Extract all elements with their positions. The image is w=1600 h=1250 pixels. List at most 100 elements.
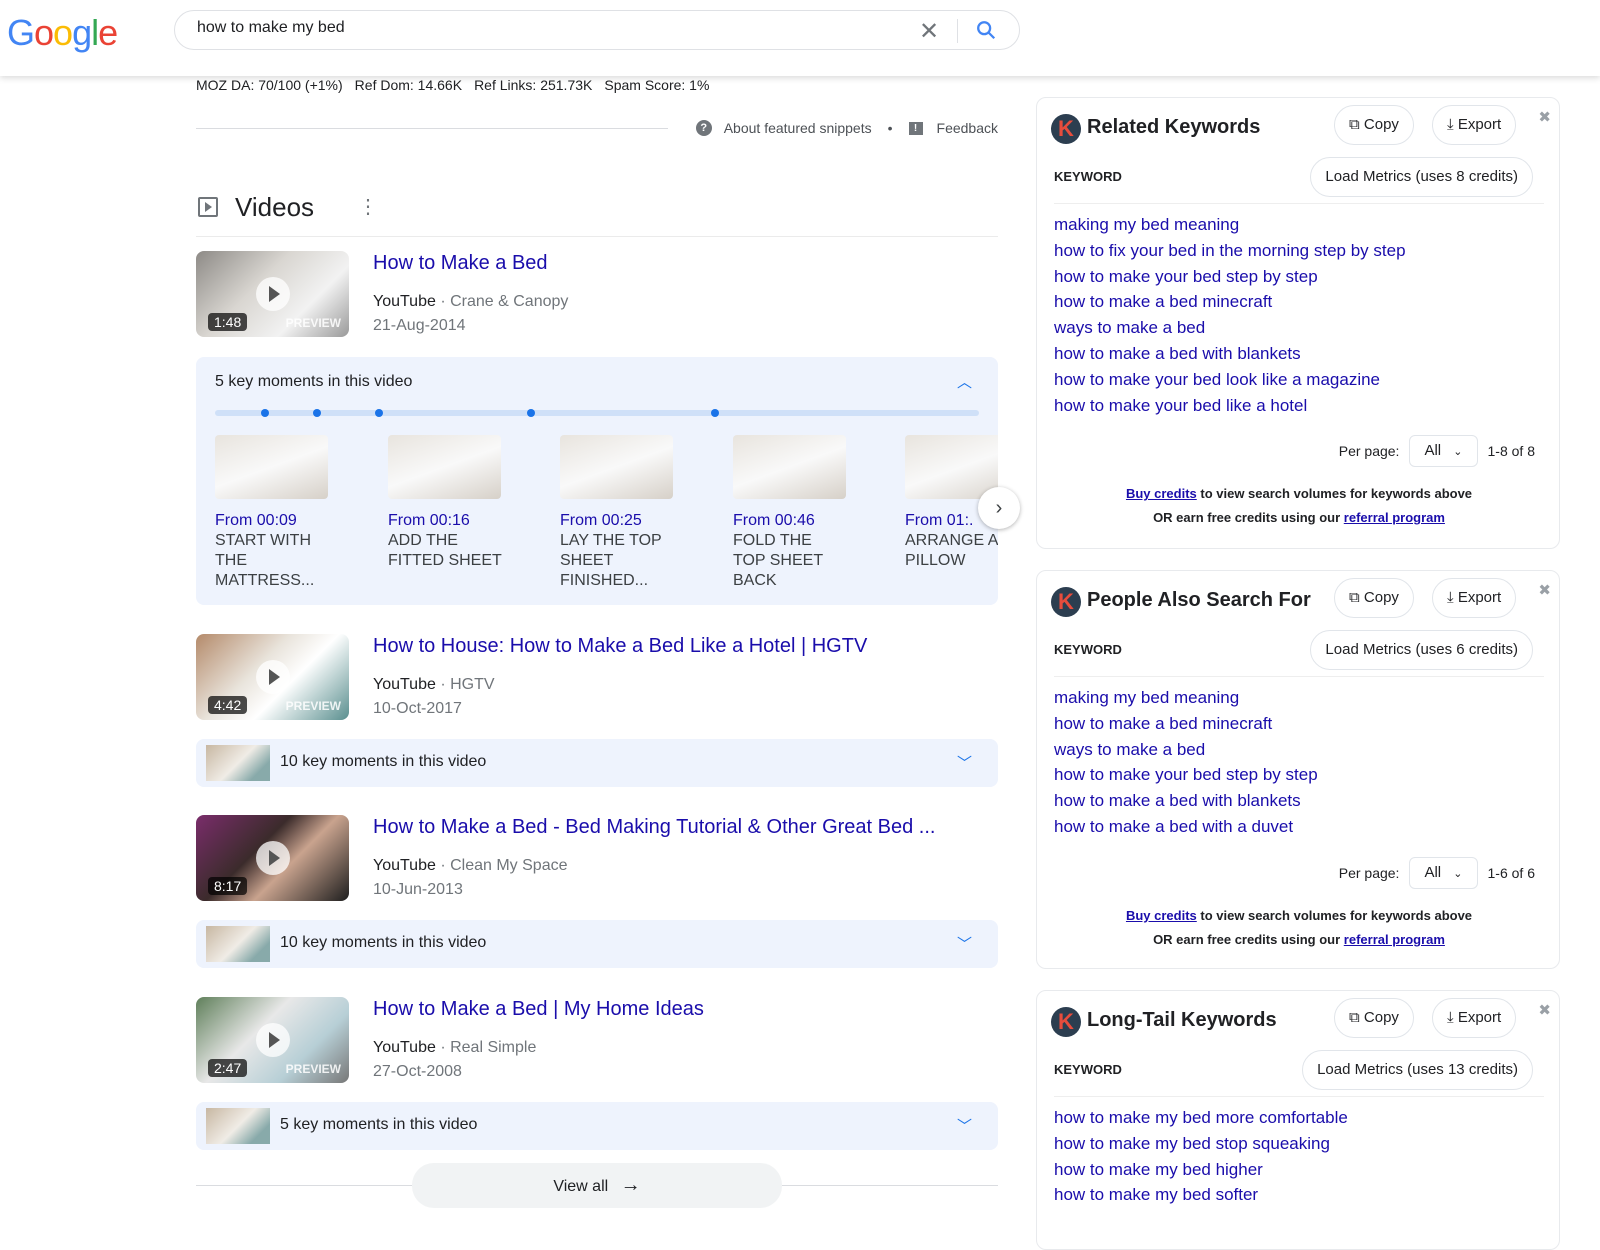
moment-time[interactable]: From 00:09 xyxy=(215,512,330,530)
video-duration: 1:48 xyxy=(208,313,248,331)
per-page-select[interactable]: All ⌄ xyxy=(1409,435,1478,468)
keyword-link[interactable]: how to make your bed look like a magazin… xyxy=(1054,367,1406,393)
keyword-link[interactable]: how to make a bed with blankets xyxy=(1054,341,1406,367)
keyword-link[interactable]: how to make my bed more comfortable xyxy=(1054,1105,1348,1131)
timeline-dot[interactable] xyxy=(527,409,535,417)
keyword-link[interactable]: how to make a bed minecraft xyxy=(1054,289,1406,315)
key-moment[interactable]: From 00:25 LAY THE TOP SHEET FINISHED... xyxy=(560,435,675,591)
close-icon[interactable]: ✕ xyxy=(919,17,939,46)
keyword-list: making my bed meaning how to make a bed m… xyxy=(1054,685,1318,840)
view-all-button[interactable]: View all → xyxy=(412,1163,782,1208)
buy-credits-link[interactable]: Buy credits xyxy=(1126,486,1197,501)
moment-thumbnail[interactable] xyxy=(215,435,328,499)
per-page-select[interactable]: All ⌄ xyxy=(1409,856,1478,889)
google-logo[interactable]: Google xyxy=(7,12,118,54)
moment-time[interactable]: From 00:25 xyxy=(560,512,675,530)
video-title-link[interactable]: How to House: How to Make a Bed Like a H… xyxy=(373,635,867,658)
moment-time[interactable]: From 00:46 xyxy=(733,512,848,530)
key-moment[interactable]: From 00:16 ADD THE FITTED SHEET xyxy=(388,435,503,571)
timeline-dot[interactable] xyxy=(375,409,383,417)
keyword-link[interactable]: how to fix your bed in the morning step … xyxy=(1054,238,1406,264)
keyword-link[interactable]: making my bed meaning xyxy=(1054,685,1318,711)
keyword-link[interactable]: ways to make a bed xyxy=(1054,737,1318,763)
timeline-track[interactable] xyxy=(215,409,979,417)
earn-text: OR earn free credits using our xyxy=(1153,510,1344,526)
moment-thumbnail[interactable] xyxy=(388,435,501,499)
about-snippets-link[interactable]: About featured snippets xyxy=(724,120,872,136)
close-icon[interactable]: ✖ xyxy=(1538,108,1551,126)
key-moments-panel[interactable]: 10 key moments in this video ﹀ xyxy=(196,920,998,968)
keyword-link[interactable]: how to make my bed higher xyxy=(1054,1157,1348,1183)
download-icon: ⤓ xyxy=(1447,589,1454,606)
keyword-link[interactable]: how to make a bed minecraft xyxy=(1054,711,1318,737)
chevron-down-icon: ⌄ xyxy=(1453,867,1463,880)
chevron-right-icon[interactable]: › xyxy=(978,487,1020,529)
referral-link[interactable]: referral program xyxy=(1344,510,1445,525)
feedback-link[interactable]: Feedback xyxy=(937,120,998,136)
timeline-dot[interactable] xyxy=(711,409,719,417)
key-moment[interactable]: From 00:09 START WITH THE MATTRESS... xyxy=(215,435,330,591)
buy-credits-link[interactable]: Buy credits xyxy=(1126,908,1197,923)
key-moments-panel[interactable]: 10 key moments in this video ﹀ xyxy=(196,739,998,787)
close-icon[interactable]: ✖ xyxy=(1538,581,1551,599)
chevron-down-icon[interactable]: ﹀ xyxy=(957,1115,972,1136)
keyword-link[interactable]: how to make my bed softer xyxy=(1054,1182,1348,1208)
keyword-list: making my bed meaning how to fix your bed… xyxy=(1054,212,1406,418)
play-icon xyxy=(256,841,290,875)
moment-thumbnail[interactable] xyxy=(733,435,846,499)
chevron-down-icon[interactable]: ﹀ xyxy=(957,933,972,954)
key-moments-thumbnail xyxy=(206,1108,270,1144)
keyword-link[interactable]: how to make your bed like a hotel xyxy=(1054,393,1406,419)
page-range: 1-6 of 6 xyxy=(1487,864,1535,881)
video-title-link[interactable]: How to Make a Bed xyxy=(373,252,548,275)
source: YouTube xyxy=(373,293,436,310)
moment-thumbnail[interactable] xyxy=(905,435,998,499)
copy-button[interactable]: ⧉ Copy xyxy=(1334,998,1414,1038)
copy-button[interactable]: ⧉ Copy xyxy=(1334,105,1414,145)
export-button[interactable]: ⤓ Export xyxy=(1432,578,1517,618)
load-metrics-button[interactable]: Load Metrics (uses 8 credits) xyxy=(1310,157,1533,197)
key-moments-panel[interactable]: 5 key moments in this video ﹀ xyxy=(196,1102,998,1150)
key-moment[interactable]: From 00:46 FOLD THE TOP SHEET BACK xyxy=(733,435,848,591)
keyword-link[interactable]: ways to make a bed xyxy=(1054,315,1406,341)
search-icon[interactable] xyxy=(975,19,997,41)
moment-thumbnail[interactable] xyxy=(560,435,673,499)
feedback-icon: ! xyxy=(908,121,923,135)
video-thumbnail[interactable]: 2:47 PREVIEW xyxy=(196,997,349,1083)
header: Google ✕ xyxy=(0,0,1600,76)
key-moments-thumbnail xyxy=(206,745,270,781)
timeline-dot[interactable] xyxy=(261,409,269,417)
video-duration: 4:42 xyxy=(208,696,248,714)
video-thumbnail[interactable]: 1:48 PREVIEW xyxy=(196,251,349,337)
channel: Clean My Space xyxy=(450,857,568,874)
video-title-link[interactable]: How to Make a Bed | My Home Ideas xyxy=(373,998,704,1021)
ref-links: Ref Links: 251.73K xyxy=(474,77,593,93)
per-page-label: Per page: xyxy=(1338,443,1400,460)
export-button[interactable]: ⤓ Export xyxy=(1432,998,1517,1038)
close-icon[interactable]: ✖ xyxy=(1538,1001,1551,1019)
chevron-up-icon[interactable]: ︿ xyxy=(957,371,972,392)
load-metrics-button[interactable]: Load Metrics (uses 6 credits) xyxy=(1310,630,1533,670)
keywords-everywhere-logo: K xyxy=(1051,114,1081,144)
video-thumbnail[interactable]: 8:17 xyxy=(196,815,349,901)
keyword-link[interactable]: how to make my bed stop squeaking xyxy=(1054,1131,1348,1157)
more-options-icon[interactable]: ⋮ xyxy=(358,194,378,219)
video-title-link[interactable]: How to Make a Bed - Bed Making Tutorial … xyxy=(373,816,935,839)
per-page-value: All xyxy=(1424,442,1442,460)
keyword-link[interactable]: making my bed meaning xyxy=(1054,212,1406,238)
panel-title: Related Keywords xyxy=(1087,116,1261,138)
copy-button[interactable]: ⧉ Copy xyxy=(1334,578,1414,618)
keyword-link[interactable]: how to make your bed step by step xyxy=(1054,264,1406,290)
keyword-link[interactable]: how to make your bed step by step xyxy=(1054,762,1318,788)
keyword-link[interactable]: how to make a bed with blankets xyxy=(1054,788,1318,814)
moment-time[interactable]: From 00:16 xyxy=(388,512,503,530)
search-input[interactable] xyxy=(197,19,897,37)
keyword-link[interactable]: how to make a bed with a duvet xyxy=(1054,814,1318,840)
referral-link[interactable]: referral program xyxy=(1344,932,1445,947)
load-metrics-button[interactable]: Load Metrics (uses 13 credits) xyxy=(1302,1050,1533,1090)
ref-dom: Ref Dom: 14.66K xyxy=(354,77,463,93)
export-button[interactable]: ⤓ Export xyxy=(1432,105,1517,145)
video-thumbnail[interactable]: 4:42 PREVIEW xyxy=(196,634,349,720)
chevron-down-icon[interactable]: ﹀ xyxy=(957,752,972,773)
timeline-dot[interactable] xyxy=(313,409,321,417)
